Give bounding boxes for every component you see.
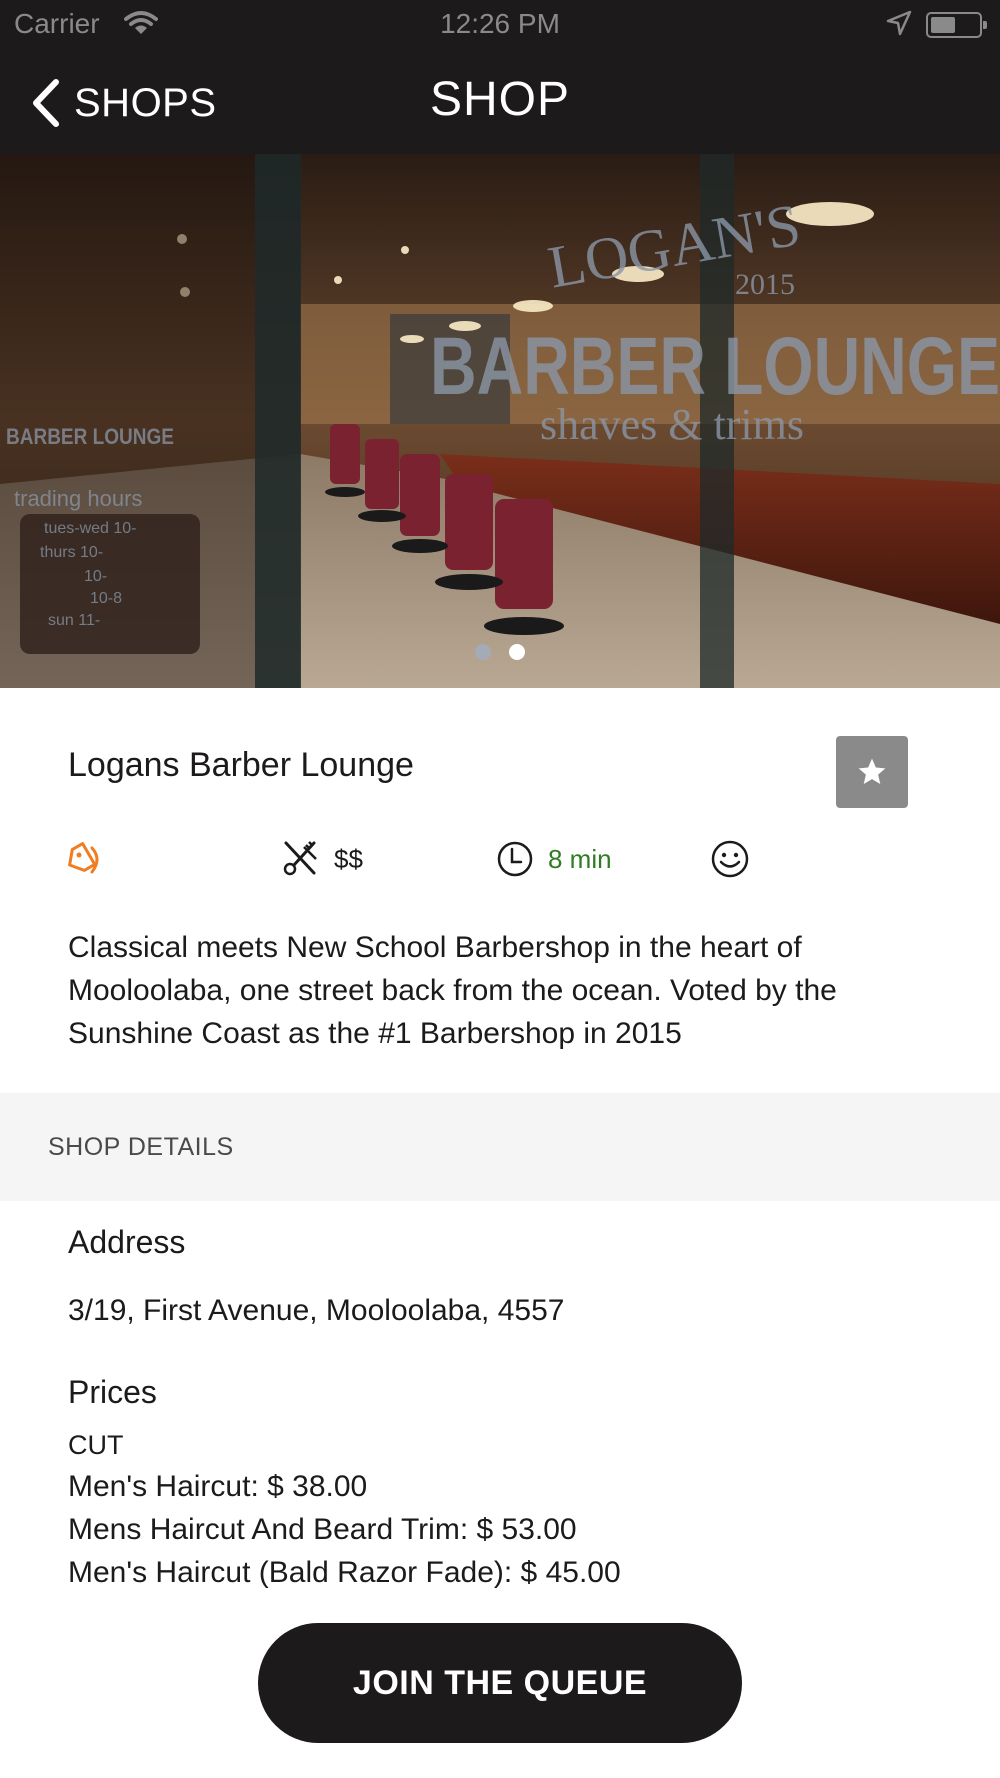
side-hours-0: trading hours [14, 486, 142, 511]
scissors-comb-icon [283, 841, 317, 876]
address-label: Address [68, 1224, 186, 1260]
carousel-dot-active[interactable] [509, 644, 525, 660]
shop-name: Logans Barber Lounge [68, 746, 414, 784]
shop-info-row: $$ 8 min [0, 834, 1000, 884]
hero-logo-line2: BARBER LOUNGE [430, 321, 1000, 412]
rating-indicator [710, 834, 750, 884]
price-list: Men's Haircut: $ 38.00 Mens Haircut And … [68, 1465, 621, 1594]
side-hours-2: thurs 10- [40, 544, 103, 561]
smiley-icon [711, 840, 749, 878]
price-level: $$ [334, 843, 363, 874]
favorite-button[interactable] [836, 736, 908, 808]
address-value[interactable]: 3/19, First Avenue, Mooloolaba, 4557 [68, 1294, 564, 1328]
star-icon [858, 758, 886, 784]
battery-icon [926, 12, 987, 38]
wait-time: 8 min [548, 843, 612, 874]
side-hours-5: sun 11- [48, 612, 100, 629]
carousel-page-indicator[interactable] [0, 644, 1000, 660]
price-level-indicator: $$ [280, 834, 363, 884]
side-hours-4: 10-8 [90, 590, 122, 607]
status-time: 12:26 PM [440, 8, 560, 39]
price-item: Mens Haircut And Beard Trim: $ 53.00 [68, 1513, 577, 1546]
prices-label: Prices [68, 1374, 157, 1410]
shop-photo-carousel[interactable]: LOGAN'S 2015 BARBER LOUNGE shaves & trim… [0, 154, 1000, 688]
tag-icon [68, 842, 99, 874]
carousel-dot[interactable] [475, 644, 491, 660]
status-bar: Carrier 12:26 PM [0, 0, 1000, 50]
section-label: SHOP DETAILS [48, 1133, 234, 1161]
shop-details-header: SHOP DETAILS [0, 1093, 1000, 1201]
price-item: Men's Haircut (Bald Razor Fade): $ 45.00 [68, 1556, 621, 1589]
side-hours-1: tues-wed 10- [44, 520, 137, 537]
shop-description: Classical meets New School Barbershop in… [68, 931, 837, 1050]
price-category: CUT [68, 1430, 124, 1460]
clock-icon [497, 841, 533, 877]
price-item: Men's Haircut: $ 38.00 [68, 1470, 368, 1503]
side-hours-3: 10- [84, 568, 107, 585]
navigation-bar: SHOPS SHOP [0, 50, 1000, 154]
wait-time-indicator: 8 min [496, 834, 612, 884]
hero-logo-year: 2015 [735, 268, 795, 301]
page-title: SHOP [429, 73, 571, 126]
deals-indicator [64, 834, 106, 884]
location-arrow-icon [886, 10, 912, 43]
join-queue-button[interactable]: JOIN THE QUEUE [258, 1623, 742, 1743]
side-logo-text: BARBER LOUNGE [6, 424, 174, 449]
shop-photo: LOGAN'S 2015 BARBER LOUNGE shaves & trim… [0, 154, 1000, 688]
hero-logo-line3: shaves & trims [540, 400, 804, 449]
